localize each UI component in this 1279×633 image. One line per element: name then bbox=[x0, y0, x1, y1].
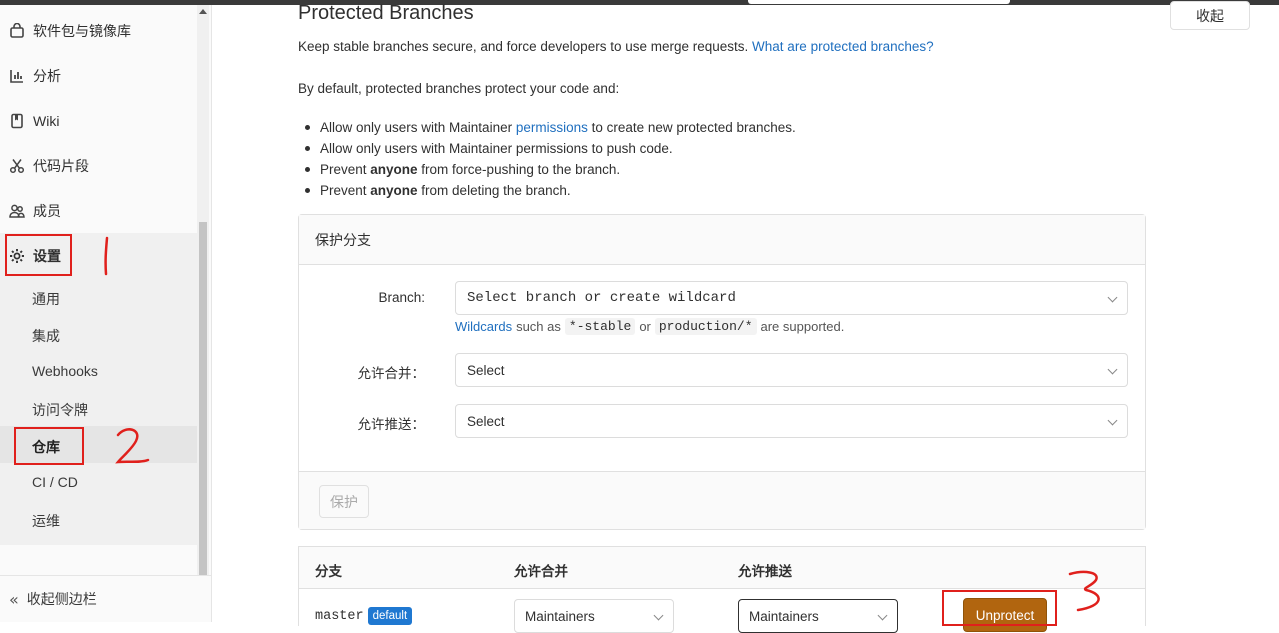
annotation-number-2 bbox=[115, 428, 150, 464]
table-row: master default bbox=[315, 607, 413, 625]
wildcards-link[interactable]: Wildcards bbox=[455, 319, 512, 334]
branch-select[interactable]: Select branch or create wildcard bbox=[455, 281, 1128, 315]
sidebar: 软件包与镜像库 分析 Wiki 代码片段 成员 设置 通用 集成 Webhook… bbox=[0, 5, 212, 622]
sidebar-sub-access-tokens[interactable]: 访问令牌 bbox=[32, 400, 88, 420]
sidebar-sub-integrations[interactable]: 集成 bbox=[32, 326, 60, 346]
chart-icon bbox=[9, 68, 25, 84]
sidebar-item-label: 软件包与镜像库 bbox=[33, 23, 131, 39]
sidebar-item-members[interactable]: 成员 bbox=[0, 191, 198, 231]
merge-label: 允许合并： bbox=[357, 366, 426, 381]
page-title: Protected Branches bbox=[298, 2, 474, 24]
sidebar-sub-webhooks[interactable]: Webhooks bbox=[32, 363, 98, 379]
sidebar-item-snippets[interactable]: 代码片段 bbox=[0, 146, 198, 186]
default-protection-text: By default, protected branches protect y… bbox=[298, 81, 620, 96]
annotation-box-unprotect bbox=[942, 590, 1057, 626]
sidebar-item-label: 分析 bbox=[33, 68, 61, 84]
section-description: Keep stable branches secure, and force d… bbox=[298, 39, 934, 54]
sidebar-scrollbar[interactable] bbox=[197, 5, 209, 575]
list-item: Prevent anyone from force-pushing to the… bbox=[305, 159, 796, 180]
annotation-number-1 bbox=[104, 236, 109, 276]
column-header-push: 允许推送 bbox=[738, 564, 792, 579]
list-item: Allow only users with Maintainer permiss… bbox=[305, 117, 796, 138]
row-push-select[interactable]: Maintainers bbox=[738, 599, 898, 633]
table-header: 分支 允许合并 允许推送 bbox=[299, 547, 1145, 589]
sidebar-item-label: 成员 bbox=[33, 203, 61, 219]
row-merge-select[interactable]: Maintainers bbox=[514, 599, 674, 633]
default-badge: default bbox=[367, 607, 413, 625]
column-header-merge: 允许合并 bbox=[514, 564, 568, 579]
protect-button[interactable]: 保护 bbox=[319, 485, 369, 518]
sidebar-item-label: 代码片段 bbox=[33, 158, 89, 174]
scrollbar-thumb[interactable] bbox=[199, 222, 207, 575]
annotation-box-settings bbox=[5, 234, 72, 276]
sidebar-item-packages[interactable]: 软件包与镜像库 bbox=[0, 11, 198, 51]
collapse-section-button[interactable]: 收起 bbox=[1170, 1, 1250, 30]
chevron-down-icon bbox=[653, 610, 664, 621]
scissors-icon bbox=[9, 158, 25, 174]
double-chevron-left-icon: « bbox=[9, 589, 19, 609]
code-example: production/* bbox=[654, 318, 757, 335]
sidebar-item-wiki[interactable]: Wiki bbox=[0, 101, 198, 141]
chevron-down-icon bbox=[1107, 415, 1118, 426]
scroll-up-arrow-icon[interactable] bbox=[199, 9, 207, 14]
form-footer: 保护 bbox=[299, 471, 1145, 529]
permissions-link[interactable]: permissions bbox=[516, 120, 588, 135]
top-field bbox=[748, 0, 1010, 4]
collapse-sidebar-button[interactable]: « 收起侧边栏 bbox=[0, 575, 211, 622]
chevron-down-icon bbox=[1107, 292, 1118, 303]
package-icon bbox=[9, 23, 25, 39]
chevron-down-icon bbox=[1107, 364, 1118, 375]
sidebar-item-analytics[interactable]: 分析 bbox=[0, 56, 198, 96]
users-icon bbox=[9, 203, 25, 219]
branch-select-placeholder: Select branch or create wildcard bbox=[467, 290, 736, 306]
description-text: Keep stable branches secure, and force d… bbox=[298, 39, 749, 54]
book-icon bbox=[9, 113, 25, 129]
sidebar-sub-cicd[interactable]: CI / CD bbox=[32, 474, 78, 490]
form-header: 保护分支 bbox=[299, 215, 1145, 265]
push-label: 允许推送： bbox=[357, 417, 426, 432]
branch-label: Branch: bbox=[378, 290, 425, 305]
protection-rules-list: Allow only users with Maintainer permiss… bbox=[305, 117, 796, 201]
allowed-to-push-select[interactable]: Select bbox=[455, 404, 1128, 438]
protect-branch-form: 保护分支 Branch: Select branch or create wil… bbox=[298, 214, 1146, 530]
chevron-down-icon bbox=[877, 610, 888, 621]
sidebar-item-label: Wiki bbox=[33, 113, 60, 129]
protected-branches-help-link[interactable]: What are protected branches? bbox=[752, 39, 934, 54]
allowed-to-merge-select[interactable]: Select bbox=[455, 353, 1128, 387]
sidebar-sub-general[interactable]: 通用 bbox=[32, 289, 60, 309]
annotation-number-3 bbox=[1068, 570, 1100, 612]
sidebar-sub-operations[interactable]: 运维 bbox=[32, 511, 60, 531]
code-example: *-stable bbox=[564, 318, 636, 335]
branch-name: master bbox=[315, 608, 364, 624]
settings-group-bg bbox=[0, 233, 198, 545]
collapse-sidebar-label: 收起侧边栏 bbox=[26, 591, 97, 607]
annotation-box-repository bbox=[14, 427, 84, 465]
main-content: Protected Branches 收起 Keep stable branch… bbox=[212, 1, 1279, 633]
column-header-branch: 分支 bbox=[315, 564, 342, 579]
wildcard-hint: Wildcards such as *-stable or production… bbox=[455, 318, 845, 335]
list-item: Prevent anyone from deleting the branch. bbox=[305, 180, 796, 201]
list-item: Allow only users with Maintainer permiss… bbox=[305, 138, 796, 159]
